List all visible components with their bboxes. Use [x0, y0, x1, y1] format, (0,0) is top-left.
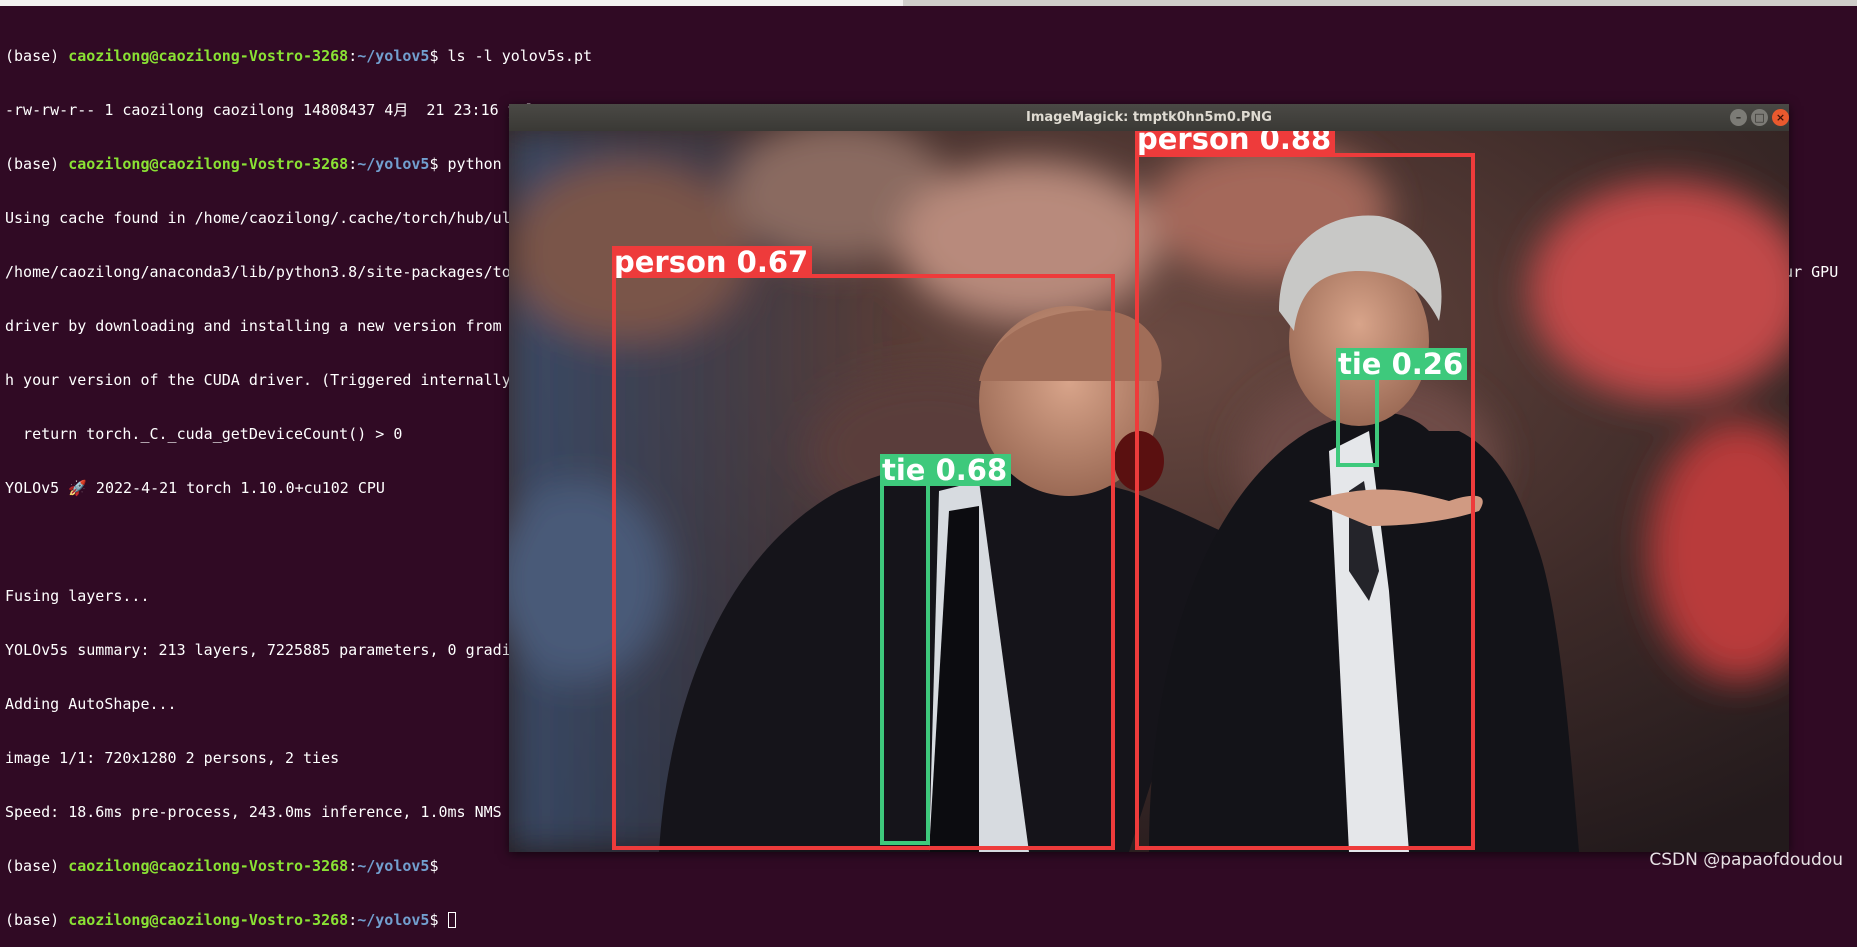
detection-image[interactable]: person 0.88 person 0.67 tie 0.68 tie 0.2…: [509, 131, 1789, 852]
minimize-button[interactable]: –: [1730, 109, 1747, 126]
top-tab-left[interactable]: [0, 0, 903, 6]
person-bounding-box: [612, 274, 1115, 850]
window-title: ImageMagick: tmptk0hn5m0.PNG: [1026, 110, 1272, 125]
csdn-watermark: CSDN @papaofdoudou: [1649, 850, 1843, 870]
terminal-line: (base) caozilong@caozilong-Vostro-3268:~…: [5, 857, 439, 875]
window-titlebar[interactable]: ImageMagick: tmptk0hn5m0.PNG – □ ×: [509, 104, 1789, 131]
top-window-strip: [0, 0, 1857, 6]
person-detection-label: person 0.67: [612, 246, 813, 278]
tie-detection-label: tie 0.68: [880, 454, 1012, 486]
top-tab-right[interactable]: [905, 0, 1857, 6]
terminal-cursor[interactable]: [447, 912, 456, 928]
close-button[interactable]: ×: [1772, 109, 1789, 126]
imagemagick-window[interactable]: ImageMagick: tmptk0hn5m0.PNG – □ × perso…: [509, 104, 1789, 852]
terminal-line: (base) caozilong@caozilong-Vostro-3268:~…: [5, 47, 593, 65]
tie-detection-label: tie 0.26: [1336, 348, 1468, 380]
person-bounding-box: [1135, 153, 1475, 850]
maximize-button[interactable]: □: [1751, 109, 1768, 126]
tie-bounding-box: [880, 481, 930, 845]
tie-bounding-box: [1336, 371, 1379, 467]
terminal-prompt-line: (base) caozilong@caozilong-Vostro-3268:~…: [5, 911, 1855, 929]
person-detection-label: person 0.88: [1135, 131, 1336, 155]
